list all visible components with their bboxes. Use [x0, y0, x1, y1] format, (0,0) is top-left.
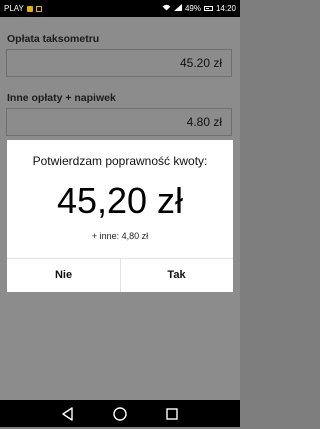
recents-icon[interactable]	[162, 404, 182, 424]
wifi-icon	[162, 4, 171, 13]
taximeter-label: Opłata taksometru	[7, 33, 100, 45]
clock: 14:20	[215, 4, 236, 13]
yes-button[interactable]: Tak	[120, 259, 233, 292]
back-icon[interactable]	[58, 404, 78, 424]
confirm-dialog: Potwierdzam poprawność kwoty: 45,20 zł +…	[7, 140, 233, 292]
status-bar-left: PLAY	[4, 4, 42, 13]
extra-fees-label: Inne opłaty + napiwek	[7, 92, 116, 104]
carrier-label: PLAY	[4, 4, 24, 13]
taximeter-input[interactable]: 45.20 zł	[6, 49, 232, 77]
status-bar-right: 49% 14:20	[162, 4, 236, 13]
battery-percent: 49%	[184, 4, 201, 13]
battery-icon	[203, 6, 213, 11]
extra-fees-input[interactable]: 4.80 zł	[6, 108, 232, 136]
navigation-bar	[0, 400, 240, 427]
dialog-amount: 45,20 zł	[56, 180, 184, 221]
dialog-title: Potwierdzam poprawność kwoty:	[32, 154, 208, 168]
notification-icon	[26, 5, 33, 12]
notification-icon	[35, 5, 42, 12]
no-button[interactable]: Nie	[7, 259, 120, 292]
signal-icon	[173, 4, 182, 13]
status-bar: PLAY 49% 14:20	[0, 0, 240, 17]
home-icon[interactable]	[110, 404, 130, 424]
dialog-extra-amount: + inne: 4,80 zł	[91, 231, 149, 241]
